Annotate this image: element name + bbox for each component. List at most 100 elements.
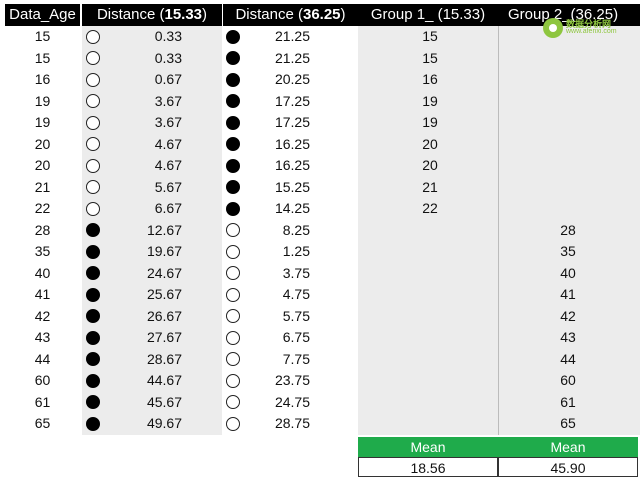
group-1-cell[interactable]: 15 xyxy=(400,48,460,70)
age-cell[interactable]: 40 xyxy=(5,263,80,285)
group-2-cell[interactable] xyxy=(538,155,598,177)
group-2-cell[interactable]: 61 xyxy=(538,392,598,414)
distance-1-cell[interactable]: 0.67 xyxy=(132,69,182,91)
group-1-cell[interactable]: 19 xyxy=(400,91,460,113)
distance-2-cell[interactable]: 5.75 xyxy=(258,306,310,328)
distance-2-cell[interactable]: 21.25 xyxy=(258,48,310,70)
distance-2-cell[interactable]: 21.25 xyxy=(258,26,310,48)
group-1-cell[interactable] xyxy=(400,220,460,242)
distance-1-cell[interactable]: 6.67 xyxy=(132,198,182,220)
distance-1-cell[interactable]: 4.67 xyxy=(132,155,182,177)
group-1-cell[interactable]: 16 xyxy=(400,69,460,91)
group-2-cell[interactable] xyxy=(538,134,598,156)
age-cell[interactable]: 44 xyxy=(5,349,80,371)
group-1-cell[interactable]: 22 xyxy=(400,198,460,220)
group-1-cell[interactable] xyxy=(400,413,460,435)
distance-1-cell[interactable]: 25.67 xyxy=(132,284,182,306)
distance-1-cell[interactable]: 45.67 xyxy=(132,392,182,414)
age-cell[interactable]: 19 xyxy=(5,91,80,113)
age-cell[interactable]: 61 xyxy=(5,392,80,414)
distance-1-cell[interactable]: 44.67 xyxy=(132,370,182,392)
distance-2-cell[interactable]: 4.75 xyxy=(258,284,310,306)
distance-1-cell[interactable]: 26.67 xyxy=(132,306,182,328)
distance-1-cell[interactable]: 19.67 xyxy=(132,241,182,263)
group-2-cell[interactable]: 41 xyxy=(538,284,598,306)
distance-2-cell[interactable]: 16.25 xyxy=(258,134,310,156)
age-cell[interactable]: 41 xyxy=(5,284,80,306)
distance-1-cell[interactable]: 0.33 xyxy=(132,26,182,48)
mean-value-group-1[interactable]: 18.56 xyxy=(358,457,498,477)
distance-2-cell[interactable]: 14.25 xyxy=(258,198,310,220)
age-cell[interactable]: 20 xyxy=(5,155,80,177)
age-cell[interactable]: 15 xyxy=(5,48,80,70)
distance-1-cell[interactable]: 28.67 xyxy=(132,349,182,371)
distance-2-cell[interactable]: 28.75 xyxy=(258,413,310,435)
distance-1-cell[interactable]: 3.67 xyxy=(132,91,182,113)
distance-2-cell[interactable]: 17.25 xyxy=(258,91,310,113)
distance-1-cell[interactable]: 49.67 xyxy=(132,413,182,435)
group-1-cell[interactable] xyxy=(400,241,460,263)
distance-2-cell[interactable]: 3.75 xyxy=(258,263,310,285)
group-2-cell[interactable]: 43 xyxy=(538,327,598,349)
group-1-cell[interactable] xyxy=(400,306,460,328)
distance-2-cell[interactable]: 6.75 xyxy=(258,327,310,349)
group-2-cell[interactable] xyxy=(538,48,598,70)
header-distance-1[interactable]: Distance (15.33) xyxy=(82,4,222,26)
distance-1-cell[interactable]: 4.67 xyxy=(132,134,182,156)
group-1-cell[interactable] xyxy=(400,349,460,371)
mean-value-group-2[interactable]: 45.90 xyxy=(498,457,638,477)
header-data-age[interactable]: Data_Age xyxy=(5,4,80,26)
group-2-cell[interactable] xyxy=(538,198,598,220)
group-2-cell[interactable] xyxy=(538,177,598,199)
age-cell[interactable]: 20 xyxy=(5,134,80,156)
distance-1-cell[interactable]: 27.67 xyxy=(132,327,182,349)
age-cell[interactable]: 35 xyxy=(5,241,80,263)
distance-2-cell[interactable]: 16.25 xyxy=(258,155,310,177)
group-2-cell[interactable] xyxy=(538,112,598,134)
group-2-cell[interactable] xyxy=(538,91,598,113)
group-1-cell[interactable]: 20 xyxy=(400,134,460,156)
group-1-cell[interactable] xyxy=(400,392,460,414)
group-1-cell[interactable]: 21 xyxy=(400,177,460,199)
distance-2-cell[interactable]: 17.25 xyxy=(258,112,310,134)
age-cell[interactable]: 15 xyxy=(5,26,80,48)
distance-1-cell[interactable]: 0.33 xyxy=(132,48,182,70)
distance-1-cell[interactable]: 5.67 xyxy=(132,177,182,199)
distance-1-cell[interactable]: 3.67 xyxy=(132,112,182,134)
distance-2-cell[interactable]: 15.25 xyxy=(258,177,310,199)
distance-2-cell[interactable]: 8.25 xyxy=(258,220,310,242)
distance-1-cell[interactable]: 24.67 xyxy=(132,263,182,285)
group-1-cell[interactable]: 20 xyxy=(400,155,460,177)
group-2-cell[interactable]: 60 xyxy=(538,370,598,392)
header-group-1[interactable]: Group 1_ (15.33) xyxy=(358,4,498,26)
group-2-cell[interactable]: 65 xyxy=(538,413,598,435)
group-1-cell[interactable] xyxy=(400,370,460,392)
distance-2-cell[interactable]: 7.75 xyxy=(258,349,310,371)
distance-2-cell[interactable]: 24.75 xyxy=(258,392,310,414)
group-2-cell[interactable] xyxy=(538,69,598,91)
age-cell[interactable]: 22 xyxy=(5,198,80,220)
age-cell[interactable]: 60 xyxy=(5,370,80,392)
age-cell[interactable]: 42 xyxy=(5,306,80,328)
header-distance-2[interactable]: Distance (36.25) xyxy=(223,4,358,26)
age-cell[interactable]: 21 xyxy=(5,177,80,199)
age-cell[interactable]: 16 xyxy=(5,69,80,91)
distance-1-cell[interactable]: 12.67 xyxy=(132,220,182,242)
group-1-cell[interactable]: 19 xyxy=(400,112,460,134)
distance-2-cell[interactable]: 23.75 xyxy=(258,370,310,392)
group-2-cell[interactable]: 35 xyxy=(538,241,598,263)
group-1-cell[interactable] xyxy=(400,284,460,306)
group-2-cell[interactable]: 40 xyxy=(538,263,598,285)
distance-2-cell[interactable]: 20.25 xyxy=(258,69,310,91)
group-2-cell[interactable]: 28 xyxy=(538,220,598,242)
group-2-cell[interactable]: 44 xyxy=(538,349,598,371)
age-cell[interactable]: 65 xyxy=(5,413,80,435)
age-cell[interactable]: 19 xyxy=(5,112,80,134)
distance-2-cell[interactable]: 1.25 xyxy=(258,241,310,263)
group-2-cell[interactable]: 42 xyxy=(538,306,598,328)
group-1-cell[interactable]: 15 xyxy=(400,26,460,48)
age-cell[interactable]: 28 xyxy=(5,220,80,242)
age-cell[interactable]: 43 xyxy=(5,327,80,349)
group-1-cell[interactable] xyxy=(400,263,460,285)
group-1-cell[interactable] xyxy=(400,327,460,349)
